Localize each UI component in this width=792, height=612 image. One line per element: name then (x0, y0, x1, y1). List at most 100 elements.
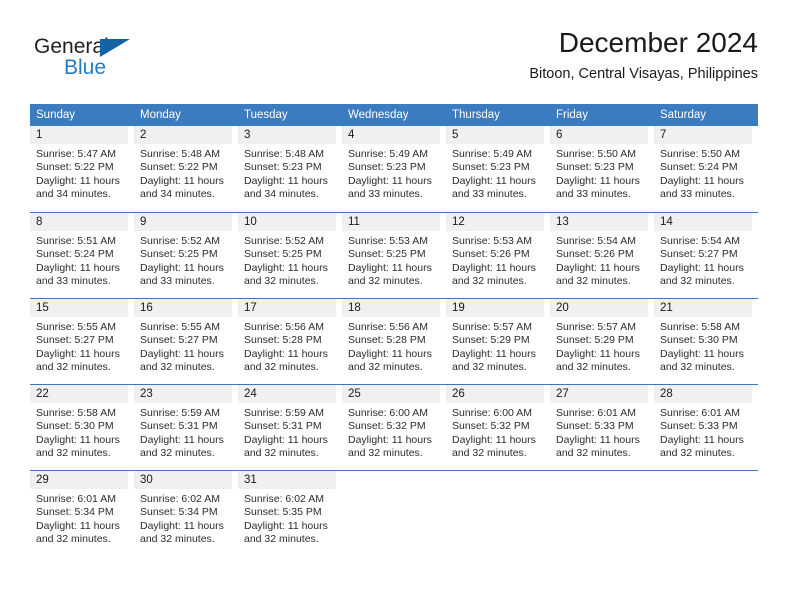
calendar-day-cell[interactable]: 29 Sunrise: 6:01 AM Sunset: 5:34 PM Dayligh… (30, 471, 134, 556)
calendar-day-cell[interactable]: 16 Sunrise: 5:55 AM Sunset: 5:27 PM Dayligh… (134, 299, 238, 384)
calendar-week-row: 22 Sunrise: 5:58 AM Sunset: 5:30 PM Dayligh… (30, 384, 758, 470)
day-number: 9 (134, 213, 232, 231)
sunset-text: Sunset: 5:25 PM (348, 248, 426, 261)
calendar-day-cell[interactable]: 7 Sunrise: 5:50 AM Sunset: 5:24 PM Daylight… (654, 126, 758, 212)
calendar-day-cell[interactable]: 8 Sunrise: 5:51 AM Sunset: 5:24 PM Daylight… (30, 213, 134, 298)
day-details: Sunrise: 5:58 AM Sunset: 5:30 PM Daylight:… (654, 317, 752, 375)
sunset-text: Sunset: 5:30 PM (660, 334, 738, 347)
calendar-week-row: 8 Sunrise: 5:51 AM Sunset: 5:24 PM Daylight… (30, 212, 758, 298)
daylight-text-line1: Daylight: 11 hours (140, 347, 224, 360)
day-details: Sunrise: 5:55 AM Sunset: 5:27 PM Daylight:… (134, 317, 232, 375)
calendar-day-cell[interactable]: 30 Sunrise: 6:02 AM Sunset: 5:34 PM Dayligh… (134, 471, 238, 556)
daylight-text-line2: and 33 minutes. (452, 188, 527, 201)
calendar-day-cell[interactable]: 4 Sunrise: 5:49 AM Sunset: 5:23 PM Daylight… (342, 126, 446, 212)
calendar-day-cell[interactable]: 6 Sunrise: 5:50 AM Sunset: 5:23 PM Daylight… (550, 126, 654, 212)
day-number: 3 (238, 126, 336, 144)
calendar-day-cell[interactable]: 5 Sunrise: 5:49 AM Sunset: 5:23 PM Daylight… (446, 126, 550, 212)
day-number: 31 (238, 471, 336, 489)
day-details: Sunrise: 5:58 AM Sunset: 5:30 PM Daylight:… (30, 403, 128, 461)
day-number: 30 (134, 471, 232, 489)
calendar-day-cell[interactable]: 31 Sunrise: 6:02 AM Sunset: 5:35 PM Dayligh… (238, 471, 342, 556)
sunrise-text: Sunrise: 5:53 AM (452, 235, 532, 247)
day-number: 13 (550, 213, 648, 231)
day-number: 18 (342, 299, 440, 317)
sunset-text: Sunset: 5:30 PM (36, 420, 114, 433)
day-number: 20 (550, 299, 648, 317)
calendar-day-cell[interactable]: 10 Sunrise: 5:52 AM Sunset: 5:25 PM Dayligh… (238, 213, 342, 298)
daylight-text-line2: and 32 minutes. (556, 361, 631, 374)
general-blue-logo[interactable]: General Blue (34, 36, 194, 86)
calendar-day-cell[interactable]: 1 Sunrise: 5:47 AM Sunset: 5:22 PM Daylight… (30, 126, 134, 212)
day-details: Sunrise: 5:47 AM Sunset: 5:22 PM Daylight:… (30, 144, 128, 202)
calendar-day-cell[interactable]: 27 Sunrise: 6:01 AM Sunset: 5:33 PM Dayligh… (550, 385, 654, 470)
day-details: Sunrise: 5:52 AM Sunset: 5:25 PM Daylight:… (134, 231, 232, 289)
daylight-text-line2: and 32 minutes. (36, 361, 111, 374)
day-details (342, 489, 440, 493)
sunset-text: Sunset: 5:22 PM (36, 161, 114, 174)
daylight-text-line2: and 32 minutes. (140, 533, 215, 546)
day-number: 4 (342, 126, 440, 144)
calendar-day-cell[interactable]: 3 Sunrise: 5:48 AM Sunset: 5:23 PM Daylight… (238, 126, 342, 212)
calendar-day-cell[interactable]: 17 Sunrise: 5:56 AM Sunset: 5:28 PM Dayligh… (238, 299, 342, 384)
calendar-day-cell-empty (550, 471, 654, 556)
day-details: Sunrise: 5:54 AM Sunset: 5:27 PM Daylight:… (654, 231, 752, 289)
calendar-day-cell[interactable]: 15 Sunrise: 5:55 AM Sunset: 5:27 PM Dayligh… (30, 299, 134, 384)
day-number: 2 (134, 126, 232, 144)
daylight-text-line1: Daylight: 11 hours (556, 347, 640, 360)
daylight-text-line1: Daylight: 11 hours (140, 174, 224, 187)
weekday-header-wednesday: Wednesday (348, 109, 409, 121)
day-number: 21 (654, 299, 752, 317)
sunrise-text: Sunrise: 5:53 AM (348, 235, 428, 247)
logo-text-blue: Blue (64, 56, 107, 79)
logo-text-general: General (34, 35, 109, 58)
daylight-text-line1: Daylight: 11 hours (556, 174, 640, 187)
sunset-text: Sunset: 5:26 PM (452, 248, 530, 261)
calendar-day-cell[interactable]: 14 Sunrise: 5:54 AM Sunset: 5:27 PM Dayligh… (654, 213, 758, 298)
sunset-text: Sunset: 5:27 PM (36, 334, 114, 347)
day-number: 16 (134, 299, 232, 317)
daylight-text-line1: Daylight: 11 hours (452, 347, 536, 360)
calendar-day-cell[interactable]: 21 Sunrise: 5:58 AM Sunset: 5:30 PM Dayligh… (654, 299, 758, 384)
daylight-text-line1: Daylight: 11 hours (556, 433, 640, 446)
sunset-text: Sunset: 5:28 PM (348, 334, 426, 347)
calendar-day-cell[interactable]: 18 Sunrise: 5:56 AM Sunset: 5:28 PM Dayligh… (342, 299, 446, 384)
calendar-day-cell[interactable]: 24 Sunrise: 5:59 AM Sunset: 5:31 PM Dayligh… (238, 385, 342, 470)
day-number: 17 (238, 299, 336, 317)
sunrise-text: Sunrise: 6:01 AM (556, 407, 636, 419)
calendar-day-cell[interactable]: 28 Sunrise: 6:01 AM Sunset: 5:33 PM Dayligh… (654, 385, 758, 470)
daylight-text-line2: and 33 minutes. (140, 275, 215, 288)
calendar-day-cell[interactable]: 2 Sunrise: 5:48 AM Sunset: 5:22 PM Daylight… (134, 126, 238, 212)
calendar-day-cell[interactable]: 20 Sunrise: 5:57 AM Sunset: 5:29 PM Dayligh… (550, 299, 654, 384)
sunset-text: Sunset: 5:31 PM (140, 420, 218, 433)
calendar-day-cell-empty (654, 471, 758, 556)
day-number (446, 471, 544, 489)
sunset-text: Sunset: 5:24 PM (660, 161, 738, 174)
day-details: Sunrise: 5:48 AM Sunset: 5:22 PM Daylight:… (134, 144, 232, 202)
sunrise-text: Sunrise: 5:47 AM (36, 148, 116, 160)
day-number: 27 (550, 385, 648, 403)
day-details: Sunrise: 5:52 AM Sunset: 5:25 PM Daylight:… (238, 231, 336, 289)
calendar-day-cell[interactable]: 9 Sunrise: 5:52 AM Sunset: 5:25 PM Daylight… (134, 213, 238, 298)
weekday-header-monday: Monday (140, 109, 181, 121)
calendar-day-cell[interactable]: 12 Sunrise: 5:53 AM Sunset: 5:26 PM Dayligh… (446, 213, 550, 298)
calendar-day-cell[interactable]: 13 Sunrise: 5:54 AM Sunset: 5:26 PM Dayligh… (550, 213, 654, 298)
sunset-text: Sunset: 5:22 PM (140, 161, 218, 174)
sunset-text: Sunset: 5:34 PM (36, 506, 114, 519)
sunset-text: Sunset: 5:23 PM (244, 161, 322, 174)
page-title: December 2024 (558, 27, 758, 58)
calendar-day-cell[interactable]: 23 Sunrise: 5:59 AM Sunset: 5:31 PM Dayligh… (134, 385, 238, 470)
daylight-text-line2: and 32 minutes. (660, 275, 735, 288)
daylight-text-line2: and 34 minutes. (36, 188, 111, 201)
calendar-day-cell[interactable]: 26 Sunrise: 6:00 AM Sunset: 5:32 PM Dayligh… (446, 385, 550, 470)
day-details: Sunrise: 5:51 AM Sunset: 5:24 PM Daylight:… (30, 231, 128, 289)
day-details: Sunrise: 6:02 AM Sunset: 5:34 PM Daylight:… (134, 489, 232, 547)
calendar-day-cell-empty (446, 471, 550, 556)
calendar-day-cell[interactable]: 25 Sunrise: 6:00 AM Sunset: 5:32 PM Dayligh… (342, 385, 446, 470)
calendar-day-cell[interactable]: 19 Sunrise: 5:57 AM Sunset: 5:29 PM Dayligh… (446, 299, 550, 384)
sunset-text: Sunset: 5:23 PM (556, 161, 634, 174)
day-details: Sunrise: 6:00 AM Sunset: 5:32 PM Daylight:… (342, 403, 440, 461)
daylight-text-line1: Daylight: 11 hours (244, 261, 328, 274)
sunset-text: Sunset: 5:23 PM (348, 161, 426, 174)
calendar-day-cell[interactable]: 22 Sunrise: 5:58 AM Sunset: 5:30 PM Dayligh… (30, 385, 134, 470)
calendar-day-cell[interactable]: 11 Sunrise: 5:53 AM Sunset: 5:25 PM Dayligh… (342, 213, 446, 298)
